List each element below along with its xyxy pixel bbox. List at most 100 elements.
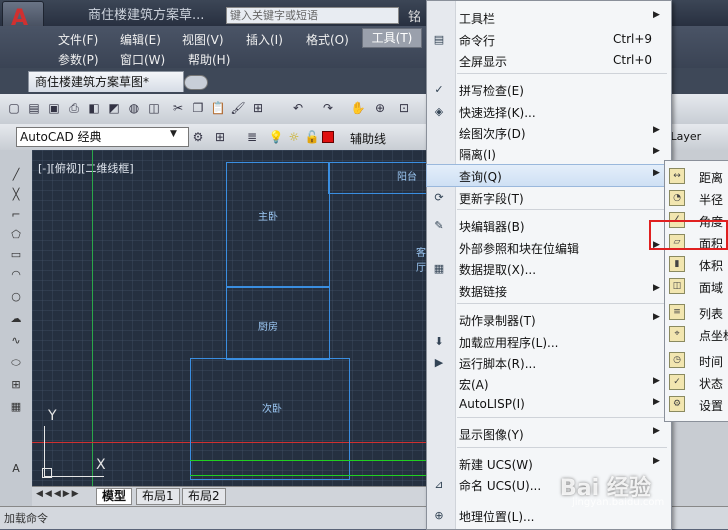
- block-icon[interactable]: ⊞: [250, 100, 266, 116]
- sun-icon[interactable]: ☼: [286, 129, 302, 145]
- new-file-icon[interactable]: ▢: [6, 100, 22, 116]
- cut-icon[interactable]: ✂: [170, 100, 186, 116]
- match-properties-icon[interactable]: 🖌: [230, 100, 246, 116]
- submenu-item-list[interactable]: ≡ 列表: [665, 301, 728, 323]
- paste-icon[interactable]: 📋: [210, 100, 226, 116]
- circle-icon[interactable]: ○: [8, 290, 24, 304]
- menu-item-autolisp[interactable]: AutoLISP(I) ▶: [427, 394, 671, 415]
- menu-item-macro[interactable]: 宏(A) ▶: [427, 373, 671, 394]
- menu-item-action-recorder[interactable]: 动作录制器(T) ▶: [427, 309, 671, 330]
- menu-item-data-links[interactable]: 数据链接 ▶: [427, 280, 671, 301]
- line-icon[interactable]: ╱: [8, 168, 24, 182]
- viewport-label[interactable]: [-][俯视][二维线框]: [38, 160, 134, 176]
- menu-item-geographic-location[interactable]: ⊕ 地理位置(L)...: [427, 505, 671, 526]
- workspace-select[interactable]: AutoCAD 经典: [16, 127, 189, 147]
- submenu-item-radius[interactable]: ◔ 半径: [665, 187, 728, 209]
- menu-insert[interactable]: 插入(I): [246, 31, 283, 48]
- spline-icon[interactable]: ∿: [8, 334, 24, 348]
- menu-item-spell-check[interactable]: ✓ 拼写检查(E): [427, 79, 671, 100]
- menu-item-toolbars[interactable]: 工具栏 ▶: [427, 7, 671, 28]
- lightbulb-icon[interactable]: 💡: [268, 129, 284, 145]
- submenu-item-distance[interactable]: ↔ 距离: [665, 165, 728, 187]
- menu-item-command-line[interactable]: ▤ 命令行 Ctrl+9: [427, 29, 671, 50]
- lock-icon[interactable]: 🔓: [304, 129, 320, 145]
- sheet-icon[interactable]: ◫: [146, 100, 162, 116]
- menu-item-data-extraction[interactable]: ▦ 数据提取(X)...: [427, 258, 671, 279]
- tab-model[interactable]: 模型: [96, 488, 133, 505]
- menu-item-inquiry[interactable]: 查询(Q) ▶: [426, 164, 672, 187]
- update-field-icon: ⟳: [434, 191, 444, 204]
- plot-icon[interactable]: ◩: [106, 100, 122, 116]
- menu-format[interactable]: 格式(O): [306, 31, 349, 48]
- zoom-window-icon[interactable]: ⊡: [396, 100, 412, 116]
- command-line[interactable]: 加载命令: [4, 510, 48, 526]
- redo-icon[interactable]: ↷: [320, 100, 336, 116]
- preview-icon[interactable]: ◧: [86, 100, 102, 116]
- gear-icon[interactable]: ⚙: [190, 129, 206, 145]
- menu-view[interactable]: 视图(V): [182, 31, 224, 48]
- menu-window[interactable]: 窗口(W): [120, 51, 165, 68]
- menu-item-xref-edit[interactable]: 外部参照和块在位编辑 ▶: [427, 237, 671, 258]
- tab-layout2[interactable]: 布局2: [182, 488, 226, 505]
- radius-icon: ◔: [669, 190, 685, 206]
- ucs-origin-icon: [42, 468, 52, 478]
- submenu-arrow-icon: ▶: [653, 376, 660, 386]
- point-coordinate-icon: ⌖: [669, 326, 685, 342]
- revision-cloud-icon[interactable]: ☁: [8, 312, 24, 326]
- pan-icon[interactable]: ✋: [350, 100, 366, 116]
- menu-separator: [457, 417, 667, 418]
- window-title: 商住楼建筑方案草...: [88, 8, 205, 23]
- construction-line-icon[interactable]: ╳: [8, 188, 24, 202]
- open-file-icon[interactable]: ▤: [26, 100, 42, 116]
- menu-help[interactable]: 帮助(H): [188, 51, 230, 68]
- new-tab-button[interactable]: [184, 75, 208, 90]
- submenu-arrow-icon: ▶: [653, 10, 660, 20]
- undo-icon[interactable]: ↶: [290, 100, 306, 116]
- menu-item-block-editor[interactable]: ✎ 块编辑器(B): [427, 215, 671, 236]
- document-tab[interactable]: 商住楼建筑方案草图*: [28, 71, 184, 92]
- rectangle-icon[interactable]: ▭: [8, 248, 24, 262]
- menu-parametric[interactable]: 参数(P): [58, 51, 99, 68]
- layer-name[interactable]: 辅助线: [350, 130, 386, 147]
- submenu-item-region[interactable]: ◫ 面域: [665, 275, 728, 297]
- arc-icon[interactable]: ◠: [8, 268, 24, 282]
- print-icon[interactable]: ⎙: [66, 100, 82, 116]
- zoom-icon[interactable]: ⊕: [372, 100, 388, 116]
- block-editor-icon: ✎: [434, 219, 444, 232]
- submenu-item-volume[interactable]: ▮ 体积: [665, 253, 728, 275]
- ellipse-icon[interactable]: ⬭: [8, 356, 24, 370]
- save-icon[interactable]: ▣: [46, 100, 62, 116]
- dimension-line: [190, 460, 428, 476]
- hatch-icon[interactable]: ▦: [8, 400, 24, 414]
- text-icon[interactable]: A: [8, 462, 24, 476]
- copy-icon[interactable]: ❐: [190, 100, 206, 116]
- menu-item-draw-order[interactable]: 绘图次序(D) ▶: [427, 122, 671, 143]
- menu-item-run-script[interactable]: ▶ 运行脚本(R)...: [427, 352, 671, 373]
- menu-item-fullscreen[interactable]: 全屏显示 Ctrl+0: [427, 50, 671, 71]
- tab-layout1[interactable]: 布局1: [136, 488, 180, 505]
- menu-item-isolate[interactable]: 隔离(I) ▶: [427, 143, 671, 164]
- insert-block-icon[interactable]: ⊞: [8, 378, 24, 392]
- submenu-arrow-icon: ▶: [653, 146, 660, 156]
- submenu-item-id-point[interactable]: ⌖点坐标: [665, 323, 728, 345]
- polygon-icon[interactable]: ⬠: [8, 228, 24, 242]
- workspace-icon[interactable]: ⊞: [212, 129, 228, 145]
- submenu-item-time[interactable]: ◷ 时间: [665, 349, 728, 371]
- layer-color-swatch[interactable]: [322, 131, 334, 143]
- menu-item-update-fields[interactable]: ⟳ 更新字段(T): [427, 187, 671, 208]
- submenu-item-settings[interactable]: ⚙ 设置: [665, 393, 728, 415]
- menu-item-quick-select[interactable]: ◈ 快速选择(K)...: [427, 101, 671, 122]
- submenu-item-status[interactable]: ✓ 状态: [665, 371, 728, 393]
- tab-navigation-arrows[interactable]: ◀◀◀▶▶: [36, 489, 81, 499]
- menu-edit[interactable]: 编辑(E): [120, 31, 161, 48]
- publish-icon[interactable]: ◍: [126, 100, 142, 116]
- menu-item-display-image[interactable]: 显示图像(Y) ▶: [427, 423, 671, 444]
- search-input[interactable]: 键入关键字或短语: [226, 7, 399, 24]
- layer-manager-icon[interactable]: ≣: [244, 129, 260, 145]
- drawing-canvas[interactable]: [-][俯视][二维线框] 主卧 厨房 次卧 阳台 客厅 X Y: [32, 150, 428, 486]
- menu-file[interactable]: 文件(F): [58, 31, 98, 48]
- menu-separator: [457, 303, 667, 304]
- polyline-icon[interactable]: ⌐: [8, 208, 24, 222]
- menu-tools[interactable]: 工具(T): [362, 28, 422, 48]
- menu-item-load-application[interactable]: ⬇ 加载应用程序(L)...: [427, 331, 671, 352]
